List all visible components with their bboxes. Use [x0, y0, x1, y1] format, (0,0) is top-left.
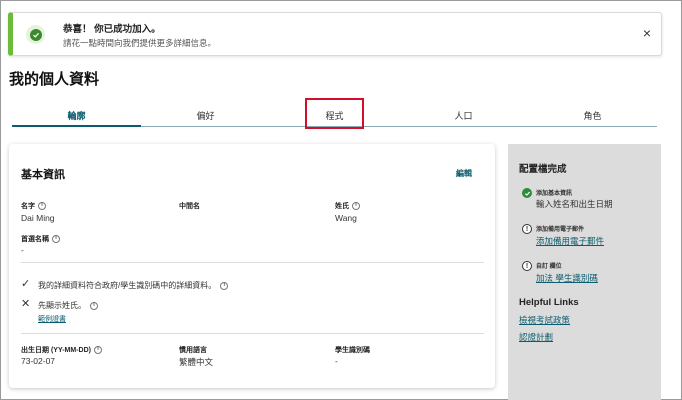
tab-roles[interactable]: 角色	[528, 105, 657, 126]
check-icon: ✓	[21, 278, 31, 290]
add-backup-email-link[interactable]: 添加備用電子郵件	[536, 235, 604, 247]
step-3-small: 自訂 欄位	[536, 264, 562, 270]
success-check-icon	[26, 25, 45, 44]
step-pending-icon: !	[522, 224, 532, 234]
success-toast: 恭喜！ 你已成功加入。 請花一點時間向我們提供更多詳細信息。 ×	[8, 12, 662, 56]
dob-value: 73-02-07	[21, 356, 56, 366]
basic-info-card: 基本資訊 編輯 名字 i Dai Ming 中間名 姓氏 i Wang 首選名稱…	[9, 144, 495, 388]
certification-program-link[interactable]: 認證計劃	[519, 331, 553, 343]
close-icon[interactable]: ×	[643, 26, 651, 40]
first-name-label: 名字 i	[21, 201, 46, 211]
tab-demographics[interactable]: 人口	[399, 105, 528, 126]
info-icon[interactable]: i	[38, 202, 46, 210]
divider	[21, 333, 484, 334]
toast-title: 恭喜！ 你已成功加入。	[63, 24, 161, 35]
details-match-row: 我的詳細資料符合政府/學生識別碼中的詳細資料。 i	[38, 280, 229, 291]
helpful-links-title: Helpful Links	[519, 297, 579, 308]
profile-tabs: 輪廓 偏好 程式 人口 角色	[12, 105, 657, 127]
tab-preferences[interactable]: 偏好	[141, 105, 270, 126]
info-icon[interactable]: i	[90, 301, 98, 310]
language-label: 慣用語言	[179, 347, 207, 354]
step-pending-icon: !	[522, 261, 532, 271]
info-icon[interactable]: i	[352, 202, 360, 210]
step-2-small: 添加備用電子郵件	[536, 227, 585, 233]
cross-icon: ✕	[21, 298, 31, 310]
preferred-name-label: 首選名稱 i	[21, 234, 60, 244]
info-icon[interactable]: i	[220, 281, 229, 290]
divider	[21, 262, 484, 263]
info-icon[interactable]: i	[94, 346, 102, 354]
add-student-id-link[interactable]: 加法 學生識別碼	[536, 272, 598, 284]
step-1-main: 輸入姓名和出生日期	[536, 199, 613, 209]
page-title: 我的個人資料	[9, 71, 100, 88]
language-value: 繁體中文	[179, 357, 214, 367]
edit-link[interactable]: 編輯	[456, 168, 472, 179]
profile-completion-panel: 配置檔完成 添加基本資訊 輸入姓名和出生日期 ! 添加備用電子郵件 添加備用電子…	[508, 144, 661, 400]
info-icon[interactable]: i	[52, 235, 60, 243]
dob-label: 出生日期 (YY-MM-DD) i	[21, 345, 102, 355]
step-complete-icon	[522, 188, 532, 198]
surname-first-row: 先顯示姓氏。 i	[38, 300, 98, 311]
tab-programs[interactable]: 程式	[270, 105, 399, 126]
preferred-name-value: -	[21, 245, 24, 255]
student-id-label: 學生識別碼	[335, 347, 370, 354]
first-name-value: Dai Ming	[21, 213, 55, 223]
toast-subtitle: 請花一點時間向我們提供更多詳細信息。	[63, 38, 217, 48]
last-name-value: Wang	[335, 213, 357, 223]
middle-name-label: 中間名	[179, 203, 200, 210]
exam-policy-link[interactable]: 檢視考試政策	[519, 314, 570, 326]
last-name-label: 姓氏 i	[335, 201, 360, 211]
step-1-small: 添加基本資訊	[536, 191, 573, 197]
example-certificate-link[interactable]: 範例證書	[38, 314, 66, 324]
tab-outline[interactable]: 輪廓	[12, 105, 141, 127]
student-id-value: -	[335, 356, 338, 366]
panel-title: 配置檔完成	[519, 164, 567, 175]
basic-info-heading: 基本資訊	[21, 169, 65, 181]
